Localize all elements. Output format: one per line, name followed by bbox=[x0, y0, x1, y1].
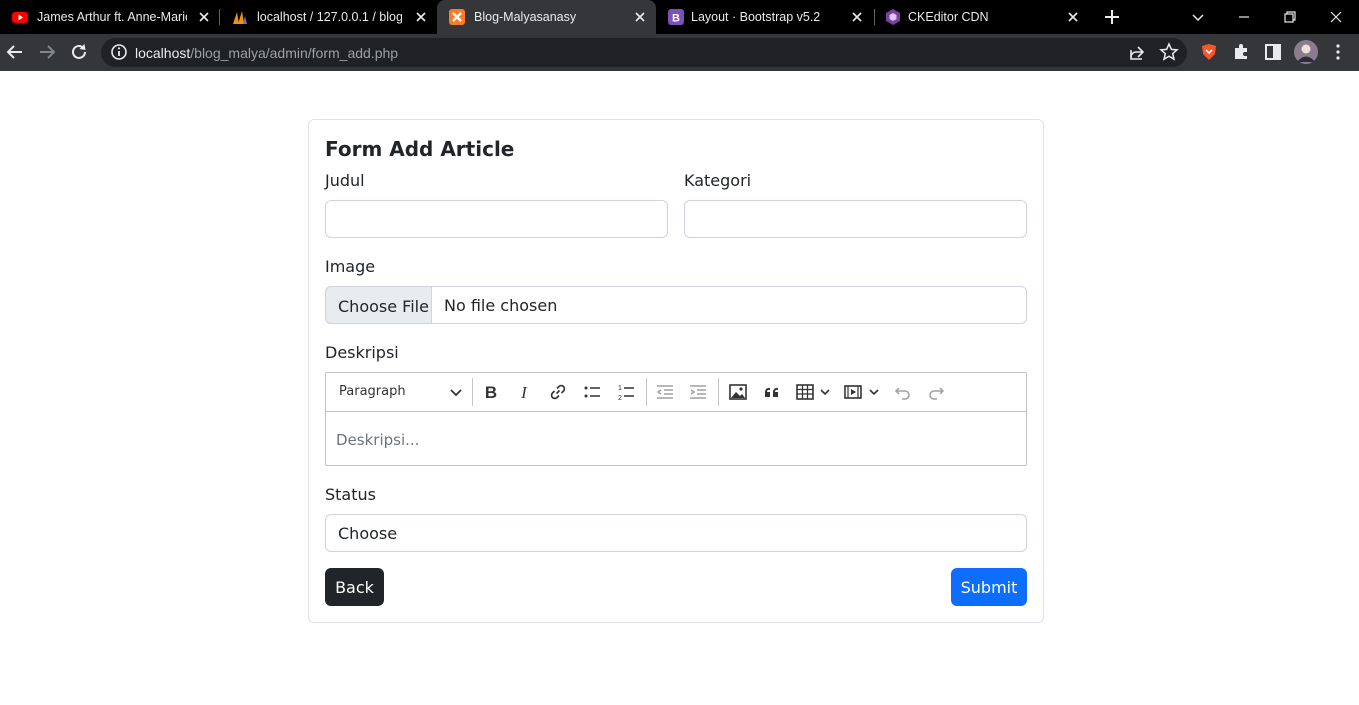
status-selected-value: Choose bbox=[338, 524, 398, 543]
svg-text:I: I bbox=[520, 383, 528, 402]
svg-text:B: B bbox=[485, 383, 497, 402]
info-icon[interactable] bbox=[109, 42, 129, 62]
submit-button[interactable]: Submit bbox=[951, 568, 1027, 606]
new-tab-icon[interactable] bbox=[1103, 8, 1121, 26]
outdent-icon[interactable] bbox=[655, 382, 675, 402]
reload-icon[interactable] bbox=[68, 41, 90, 63]
file-status-text: No file chosen bbox=[444, 296, 558, 315]
extensions-puzzle-icon[interactable] bbox=[1231, 42, 1251, 62]
youtube-icon bbox=[12, 12, 28, 23]
deskripsi-label: Deskripsi bbox=[325, 343, 399, 362]
xampp-icon bbox=[449, 9, 465, 25]
bootstrap-icon: B bbox=[668, 9, 684, 25]
image-label: Image bbox=[325, 257, 376, 276]
tab-ckeditor[interactable]: CKEditor CDN bbox=[875, 0, 1091, 34]
phpmyadmin-icon bbox=[233, 11, 247, 24]
italic-icon[interactable]: I bbox=[514, 382, 534, 402]
side-panel-icon[interactable] bbox=[1263, 42, 1283, 62]
profile-avatar[interactable] bbox=[1294, 40, 1318, 64]
minimize-icon[interactable] bbox=[1233, 6, 1255, 28]
deskripsi-editor[interactable] bbox=[325, 411, 1027, 466]
url-host: localhost bbox=[135, 45, 191, 61]
browser-tab-strip: James Arthur ft. Anne-Marie localhost / … bbox=[0, 0, 1359, 34]
chevron-down-icon[interactable] bbox=[446, 382, 466, 402]
tab-search-icon[interactable] bbox=[1187, 6, 1209, 28]
chevron-down-icon[interactable] bbox=[867, 382, 881, 402]
indent-icon[interactable] bbox=[688, 382, 708, 402]
close-window-icon[interactable] bbox=[1325, 6, 1347, 28]
close-tab-icon[interactable] bbox=[413, 9, 429, 25]
heading-dropdown[interactable]: Paragraph bbox=[339, 384, 406, 399]
svg-text:1: 1 bbox=[618, 385, 622, 392]
undo-icon[interactable] bbox=[893, 382, 913, 402]
bookmark-star-icon[interactable] bbox=[1159, 42, 1179, 62]
tab-bootstrap[interactable]: B Layout · Bootstrap v5.2 bbox=[656, 0, 874, 34]
deskripsi-placeholder: Deskripsi... bbox=[336, 431, 420, 449]
choose-file-button[interactable]: Choose File bbox=[325, 286, 432, 324]
url-text[interactable]: localhost/blog_malya/admin/form_add.php bbox=[135, 45, 398, 61]
tab-title: CKEditor CDN bbox=[908, 10, 989, 24]
table-icon[interactable] bbox=[795, 382, 815, 402]
forward-arrow-icon[interactable] bbox=[36, 41, 58, 63]
chevron-down-icon[interactable] bbox=[818, 382, 832, 402]
image-insert-icon[interactable] bbox=[728, 382, 748, 402]
toolbar-separator bbox=[646, 378, 647, 406]
svg-text:B: B bbox=[672, 13, 680, 25]
brave-shield-icon[interactable] bbox=[1199, 42, 1219, 62]
redo-icon[interactable] bbox=[926, 382, 946, 402]
form-title: Form Add Article bbox=[325, 137, 515, 161]
tab-title: Blog-Malyasanasy bbox=[474, 10, 577, 24]
close-tab-icon[interactable] bbox=[632, 9, 648, 25]
tab-blog-malyasanasy[interactable]: Blog-Malyasanasy bbox=[437, 0, 656, 34]
block-quote-icon[interactable] bbox=[762, 382, 782, 402]
judul-label: Judul bbox=[325, 171, 365, 190]
status-select[interactable] bbox=[325, 514, 1027, 552]
close-tab-icon[interactable] bbox=[849, 9, 865, 25]
tab-phpmyadmin[interactable]: localhost / 127.0.0.1 / blog / bbox=[220, 0, 436, 34]
tab-youtube[interactable]: James Arthur ft. Anne-Marie bbox=[0, 0, 218, 34]
ckeditor-icon bbox=[886, 9, 900, 25]
bold-icon[interactable]: B bbox=[481, 382, 501, 402]
tab-title: localhost / 127.0.0.1 / blog / bbox=[257, 10, 402, 24]
share-icon[interactable] bbox=[1127, 43, 1147, 63]
back-arrow-icon[interactable] bbox=[4, 41, 26, 63]
close-tab-icon[interactable] bbox=[196, 9, 212, 25]
back-button[interactable]: Back bbox=[325, 568, 384, 606]
numbered-list-icon[interactable]: 12 bbox=[616, 382, 636, 402]
kategori-label: Kategori bbox=[684, 171, 752, 190]
toolbar-separator bbox=[718, 378, 719, 406]
tab-title: James Arthur ft. Anne-Marie bbox=[37, 10, 187, 24]
svg-text:2: 2 bbox=[618, 395, 622, 402]
editor-toolbar bbox=[325, 372, 1027, 412]
judul-input[interactable] bbox=[325, 200, 668, 238]
kategori-input[interactable] bbox=[684, 200, 1027, 238]
bulleted-list-icon[interactable] bbox=[582, 382, 602, 402]
media-embed-icon[interactable] bbox=[843, 382, 863, 402]
tab-title: Layout · Bootstrap v5.2 bbox=[691, 10, 821, 24]
restore-icon[interactable] bbox=[1279, 6, 1301, 28]
close-tab-icon[interactable] bbox=[1065, 9, 1081, 25]
menu-kebab-icon[interactable] bbox=[1328, 42, 1348, 62]
toolbar-separator bbox=[472, 378, 473, 406]
link-icon[interactable] bbox=[548, 382, 568, 402]
status-label: Status bbox=[325, 485, 376, 504]
url-path: /blog_malya/admin/form_add.php bbox=[190, 45, 399, 61]
